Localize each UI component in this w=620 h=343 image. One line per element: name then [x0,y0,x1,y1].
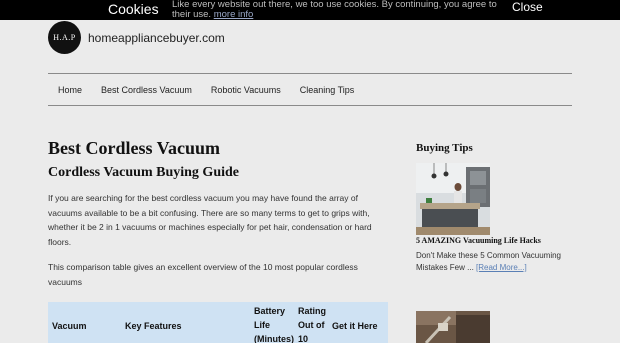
table-header-key-features: Key Features [125,321,182,331]
cookie-more-info-link[interactable]: more info [214,9,254,20]
intro-paragraph: If you are searching for the best cordle… [48,193,372,247]
table-header-rating: Rating Out of 10 [298,306,326,343]
sidebar-title: Buying Tips [416,142,473,154]
comparison-table: Vacuum Key Features Battery Life (Minute… [48,302,388,343]
comparison-paragraph: This comparison table gives an excellent… [48,262,358,287]
table-header-get-it-here: Get it Here [332,321,378,331]
page: Cookies Like every website out there, we… [0,0,620,343]
table-header-battery-life: Battery Life (Minutes) [254,306,294,343]
nav-item-home[interactable]: Home [58,85,82,95]
cookie-title: Cookies [108,1,159,17]
page-title: Best Cordless Vacuum [48,138,221,158]
site-logo[interactable]: H.A.P [48,21,81,54]
kitchen-photo[interactable] [416,163,490,235]
nav-item-cleaning-tips[interactable]: Cleaning Tips [300,85,355,95]
read-more-link[interactable]: [Read More...] [476,263,527,272]
cookie-close-button[interactable]: Close [512,0,543,14]
cookie-banner: Cookies Like every website out there, we… [0,0,620,20]
nav-divider-bottom [48,105,572,106]
vacuum-photo[interactable] [416,311,490,343]
kitchen-photo-graphic [416,163,490,235]
nav-item-robotic-vacuums[interactable]: Robotic Vacuums [211,85,281,95]
main-nav: Home Best Cordless Vacuum Robotic Vacuum… [48,74,572,105]
sidebar-post-excerpt: Don't Make these 5 Common Vacuuming Mist… [416,250,576,274]
nav-item-best-cordless-vacuum[interactable]: Best Cordless Vacuum [101,85,192,95]
sidebar-post-title[interactable]: 5 AMAZING Vacuuming Life Hacks [416,236,541,245]
table-header-vacuum: Vacuum [52,321,87,331]
cookie-message: Like every website out there, we too use… [172,0,502,20]
site-name[interactable]: homeappliancebuyer.com [88,31,225,45]
section-heading: Cordless Vacuum Buying Guide [48,165,239,180]
vacuum-photo-graphic [416,311,490,343]
